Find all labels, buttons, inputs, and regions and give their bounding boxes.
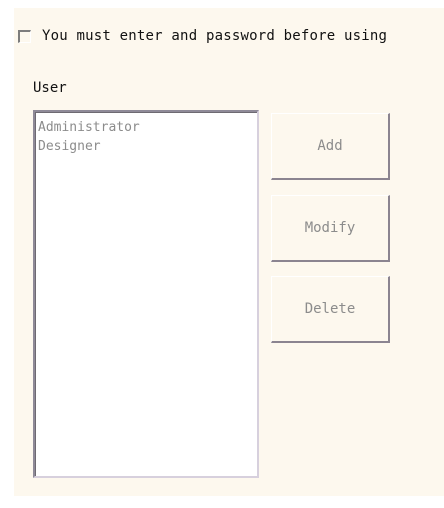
require-password-option[interactable]: You must enter and password before using <box>18 26 387 46</box>
list-item-administrator[interactable]: Administrator <box>38 118 257 137</box>
delete-button[interactable]: Delete <box>271 276 390 343</box>
require-password-label: You must enter and password before using <box>42 28 388 44</box>
add-button[interactable]: Add <box>271 113 390 180</box>
user-listbox[interactable]: Administrator Designer <box>33 110 259 478</box>
list-item-designer[interactable]: Designer <box>38 137 257 156</box>
modify-button[interactable]: Modify <box>271 195 390 262</box>
require-password-checkbox[interactable] <box>18 29 31 43</box>
user-label: User <box>33 80 67 96</box>
